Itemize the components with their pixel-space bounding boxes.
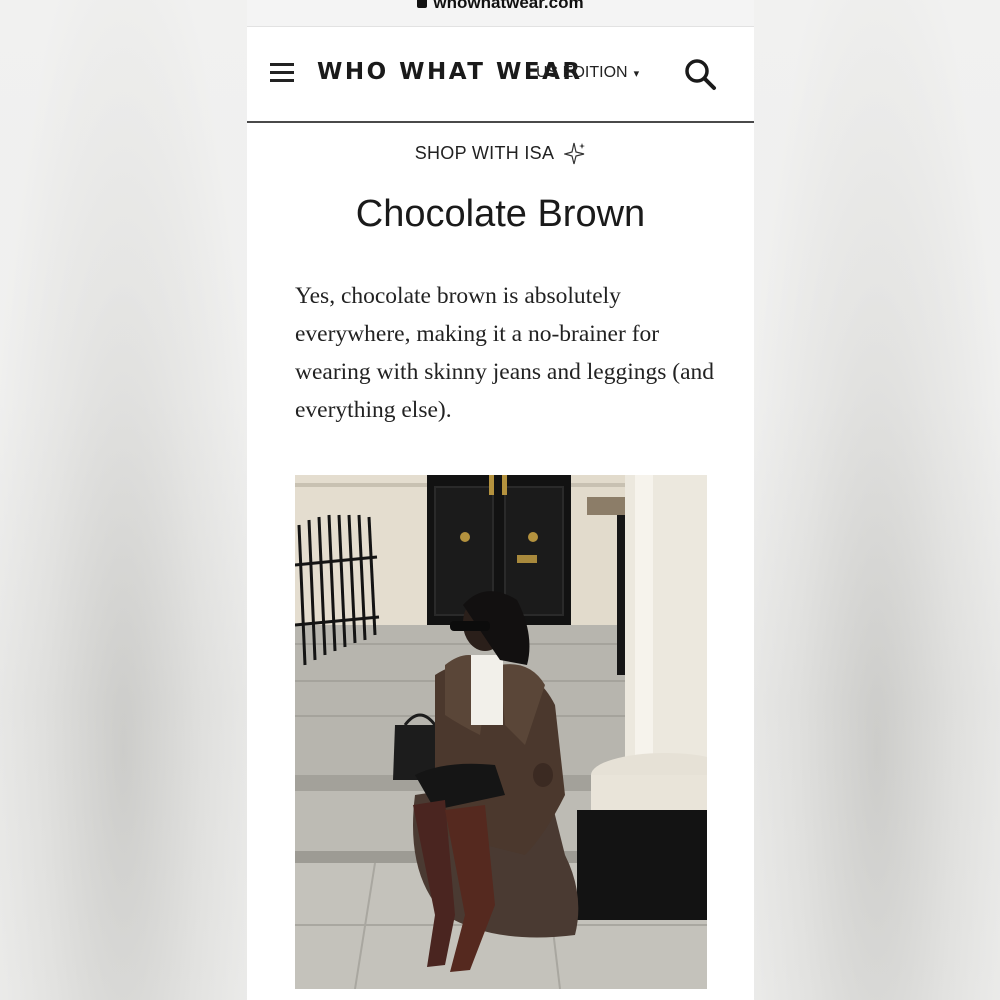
edition-selector[interactable]: US EDITION ▾	[536, 64, 639, 82]
site-header: WHO WHAT WEAR US EDITION ▾	[247, 27, 754, 123]
lock-icon	[417, 0, 428, 8]
background-left	[0, 0, 247, 1000]
background-right	[754, 0, 1000, 1000]
browser-url-bar[interactable]: whowhatwear.com	[247, 0, 754, 27]
caret-down-icon: ▾	[633, 67, 640, 80]
article-photo[interactable]	[295, 475, 707, 989]
search-icon[interactable]	[683, 57, 717, 91]
sparkle-icon	[564, 142, 586, 165]
section-label-row[interactable]: SHOP WITH ISA	[247, 141, 754, 165]
hamburger-icon[interactable]	[270, 63, 294, 83]
web-page: WHO WHAT WEAR US EDITION ▾ SHOP WITH ISA…	[247, 27, 754, 1000]
article-title: Chocolate Brown	[355, 193, 646, 235]
url-text: whowhatwear.com	[433, 0, 584, 12]
url-display[interactable]: whowhatwear.com	[417, 0, 584, 12]
section-label: SHOP WITH ISA	[414, 142, 555, 163]
edition-label: US EDITION	[536, 64, 628, 81]
article-body: Yes, chocolate brown is absolutely every…	[295, 283, 714, 423]
